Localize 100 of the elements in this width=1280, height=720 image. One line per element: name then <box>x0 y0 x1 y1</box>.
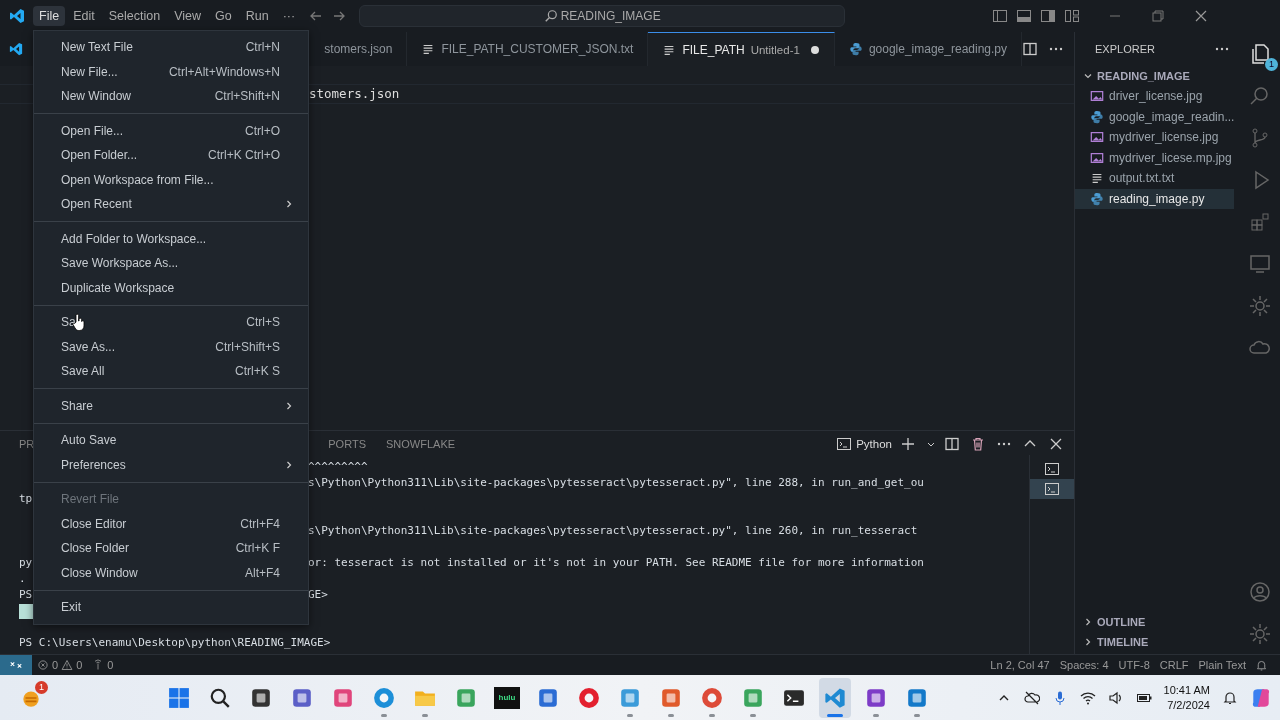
terminal-instance[interactable] <box>1030 479 1074 499</box>
terminal-name: Python <box>856 438 892 450</box>
panel-toggle-icon[interactable] <box>1016 8 1033 24</box>
taskbar-app-button[interactable]: hulu <box>491 677 523 718</box>
menu-item[interactable]: Go <box>209 6 238 26</box>
chevron-icon <box>1083 71 1093 81</box>
panel-tab[interactable]: PORTS <box>328 438 366 450</box>
panel-tab[interactable]: SNOWFLAKE <box>386 438 456 450</box>
notification-badge: 1 <box>35 680 48 694</box>
explorer-entry[interactable]: driver_license.jpg <box>1075 86 1235 107</box>
menu-item[interactable]: ··· <box>276 6 302 26</box>
sidebar-section-header[interactable]: OUTLINE <box>1075 612 1241 632</box>
status-item[interactable]: Plain Text <box>1193 659 1251 671</box>
status-item[interactable]: UTF-8 <box>1113 659 1155 671</box>
terminal-icon <box>836 436 853 452</box>
code-editor-icon[interactable] <box>824 686 846 709</box>
problems-status[interactable]: 0 0 <box>32 659 88 671</box>
menu-item[interactable]: File <box>33 6 66 26</box>
speaker-icon[interactable] <box>1107 689 1124 706</box>
warning-icon <box>61 659 74 671</box>
error-count: 0 <box>52 659 59 671</box>
trash-icon[interactable] <box>970 436 986 452</box>
code-line: stomers.json <box>309 86 400 101</box>
python-file-icon <box>1090 191 1104 206</box>
notification-badge: 1 <box>1265 58 1278 71</box>
menu-item[interactable]: Exit <box>34 595 308 620</box>
terminal-text: s\Python\Python311\Lib\site-packages\pytesseract\pytesseract.py", line 288, in run_and_get_ou <box>308 475 924 491</box>
editor-tab[interactable]: google_image_reading.py <box>834 32 1022 66</box>
copilot-icon[interactable] <box>1250 686 1272 709</box>
menu-item[interactable]: Selection <box>102 6 167 26</box>
explorer-entry[interactable]: output.txt.txt <box>1075 168 1235 189</box>
terminal-icon <box>1044 461 1060 477</box>
menu-item[interactable]: Auto Save <box>34 428 308 453</box>
folder-header[interactable]: READING_IMAGE <box>1075 66 1241 86</box>
explorer-entry[interactable]: mydriver_license.jpg <box>1075 127 1235 148</box>
status-item[interactable]: Ln 2, Col 47 <box>985 659 1055 671</box>
terminal-text: PS C:\Users\enamu\Desktop\python\READING_IMAGE> <box>19 635 331 651</box>
menu-item[interactable]: View <box>168 6 207 26</box>
start-icon[interactable] <box>168 686 190 709</box>
menu-item[interactable]: Sa Ctrl+S <box>34 310 308 335</box>
terminal-text: . <box>19 571 26 587</box>
status-item[interactable]: CRLF <box>1154 659 1194 671</box>
menu-item[interactable]: Open Folder... Ctrl+K Ctrl+O <box>34 143 308 168</box>
restore-icon[interactable] <box>1150 8 1167 24</box>
account-icon[interactable] <box>1248 580 1272 604</box>
terminal-icon <box>1044 481 1060 497</box>
menu-item[interactable]: Open Recent <box>34 192 308 217</box>
menu-item[interactable]: Preferences <box>34 452 308 477</box>
extensions-icon[interactable] <box>1248 210 1272 234</box>
browser-icon[interactable] <box>701 686 723 709</box>
editor-tab[interactable]: FILE_PATH Untitled-1 <box>648 32 835 66</box>
terminal-text: py <box>19 555 33 571</box>
explorer-entry[interactable]: google_image_readin... <box>1075 106 1235 127</box>
ports-status[interactable]: 0 <box>87 659 119 671</box>
explorer-entry[interactable]: reading_image.py <box>1075 188 1235 209</box>
status-item[interactable]: Spaces: 4 <box>1054 659 1114 671</box>
menu-item[interactable]: Edit <box>67 6 101 26</box>
terminal-text: or: tesseract is not installed or it's not in your PATH. See README file for more information <box>308 555 924 571</box>
remote-explorer-icon[interactable] <box>1248 252 1272 276</box>
menu-item[interactable]: Open Workspace from File... <box>34 167 308 192</box>
panel-tab[interactable]: PR <box>19 438 35 450</box>
split-editor-icon[interactable] <box>1022 41 1038 57</box>
task-view-icon[interactable] <box>250 686 272 709</box>
bell-icon[interactable] <box>1222 689 1238 706</box>
command-search-field[interactable]: READING_IMAGE <box>359 5 846 27</box>
browser-icon[interactable] <box>578 686 600 709</box>
search-icon <box>543 9 558 23</box>
text-file-icon <box>1090 171 1104 186</box>
menu-item[interactable]: Run <box>239 6 275 26</box>
menu-item[interactable]: Open File... Ctrl+O <box>34 118 308 143</box>
sidebar-toggle-icon[interactable] <box>992 8 1009 24</box>
menu-item[interactable]: Add Folder to Workspace... <box>34 226 308 251</box>
split-terminal-icon[interactable] <box>944 436 960 452</box>
menu-item[interactable]: Save As... Ctrl+Shift+S <box>34 334 308 359</box>
menu-item[interactable]: Save Workspace As... <box>34 251 308 276</box>
remote-button[interactable] <box>0 655 32 675</box>
menu-item[interactable]: Share <box>34 393 308 418</box>
browser-icon[interactable] <box>373 686 395 709</box>
bell-icon[interactable] <box>1255 658 1268 672</box>
terminal-text: GE> <box>308 587 328 603</box>
menu-item[interactable]: Duplicate Workspace <box>34 275 308 300</box>
cloud-off-icon[interactable] <box>1023 689 1040 706</box>
menu-item[interactable]: Close Editor Ctrl+F4 <box>34 511 308 536</box>
search-icon[interactable] <box>209 686 231 709</box>
settings-icon[interactable] <box>1248 622 1272 646</box>
image-file-icon <box>1090 89 1104 104</box>
new-terminal-icon[interactable] <box>900 436 916 452</box>
explorer-entry[interactable]: mydriver_licese.mp.jpg <box>1075 147 1235 168</box>
close-icon[interactable] <box>1048 436 1064 452</box>
layout-icon[interactable] <box>1064 8 1081 24</box>
menu-item[interactable]: Close Window Alt+F4 <box>34 560 308 585</box>
vscode-logo-icon <box>9 42 23 56</box>
clock[interactable]: 10:41 AM 7/2/2024 <box>1163 682 1210 713</box>
menu-item[interactable]: Save All Ctrl+K S <box>34 359 308 384</box>
terminal-selector[interactable]: Python <box>836 436 892 452</box>
secondary-sidebar-icon[interactable] <box>1040 8 1057 24</box>
image-file-icon <box>1090 130 1104 145</box>
menu-item[interactable]: New Window Ctrl+Shift+N <box>34 84 308 109</box>
sidebar-section-header[interactable]: TIMELINE <box>1075 632 1241 652</box>
menu-item[interactable]: Close Folder Ctrl+K F <box>34 536 308 561</box>
